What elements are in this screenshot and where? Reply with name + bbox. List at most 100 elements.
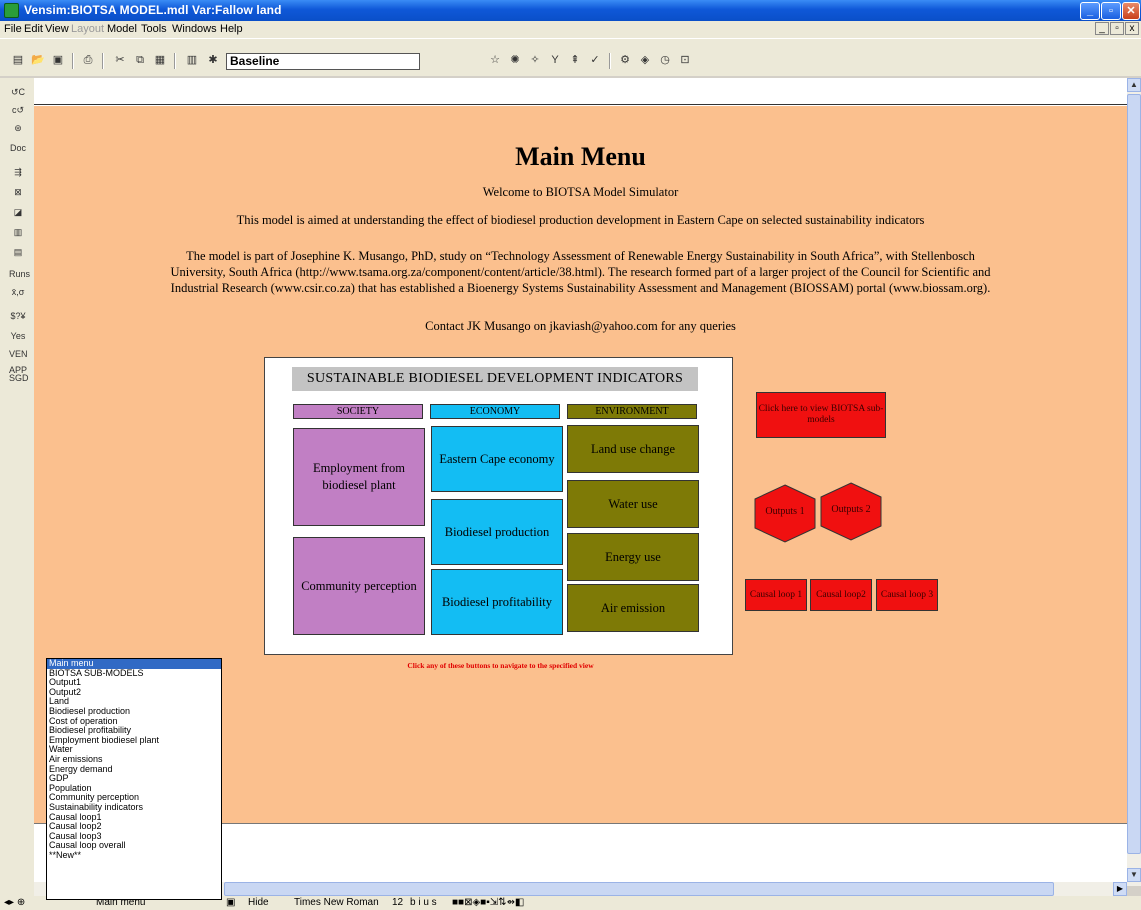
horizontal-scroll-thumb[interactable] xyxy=(224,882,1054,896)
loops-icon[interactable]: ⊛ xyxy=(9,120,27,136)
sgd-icon[interactable]: SGD xyxy=(9,370,29,386)
menu-edit[interactable]: Edit xyxy=(24,23,43,35)
outputs2-label: Outputs 2 xyxy=(831,504,871,515)
community-perception-button[interactable]: Community perception xyxy=(293,537,425,635)
venapp-icon[interactable]: VEN APP xyxy=(9,346,28,375)
open-model-icon[interactable]: 📂 xyxy=(30,53,46,68)
outputs1-button[interactable]: Outputs 1 xyxy=(754,484,816,543)
copy-icon[interactable]: ⧉ xyxy=(132,53,148,68)
eastern-cape-economy-button[interactable]: Eastern Cape economy xyxy=(431,426,563,492)
category-environment: ENVIRONMENT xyxy=(567,404,697,419)
scroll-down-icon[interactable]: ▼ xyxy=(1127,868,1141,882)
causal-loop2-button[interactable]: Causal loop2 xyxy=(810,579,872,611)
causes-tree-icon[interactable]: ↺C xyxy=(9,84,27,100)
part-text-line1: The model is part of Josephine K. Musang… xyxy=(186,249,975,263)
navigation-note: Click any of these buttons to navigate t… xyxy=(407,661,594,670)
maximize-button[interactable]: ▫ xyxy=(1101,2,1121,20)
causal-loop3-button[interactable]: Causal loop 3 xyxy=(876,579,938,611)
menu-windows[interactable]: Windows xyxy=(172,23,217,35)
optimize-icon[interactable]: ✧ xyxy=(527,53,543,68)
stats-graph-icon[interactable]: ▥ xyxy=(9,224,27,240)
air-emission-button[interactable]: Air emission xyxy=(567,584,699,632)
timer-icon[interactable]: ◷ xyxy=(657,53,673,68)
new-model-icon[interactable]: ▤ xyxy=(10,53,26,68)
menu-help[interactable]: Help xyxy=(220,23,243,35)
bar-graph-icon[interactable]: ◪ xyxy=(9,204,27,220)
table-icon[interactable]: ▤ xyxy=(9,244,27,260)
menu-file[interactable]: File xyxy=(4,23,22,35)
cut-icon[interactable]: ✂ xyxy=(112,53,128,68)
mdi-controls: _ ▫ x xyxy=(1094,22,1139,35)
view-nav-arrows-icon[interactable]: ◂▸ ⊕ xyxy=(4,896,25,910)
biodiesel-profitability-button[interactable]: Biodiesel profitability xyxy=(431,569,563,635)
vertical-scroll-thumb[interactable] xyxy=(1127,94,1141,854)
close-button[interactable]: ✕ xyxy=(1122,2,1140,20)
font-name-selector[interactable]: Times New Roman xyxy=(294,896,379,910)
view-item-output2[interactable]: Output2 xyxy=(47,687,221,698)
save-icon[interactable]: ▣ xyxy=(50,53,66,68)
energy-use-button[interactable]: Energy use xyxy=(567,533,699,581)
causes-strip-icon[interactable]: ⇶ xyxy=(9,164,27,180)
units-check-tool-icon[interactable]: $?¥ xyxy=(9,308,27,324)
menu-view[interactable]: View xyxy=(45,23,69,35)
view-list-dropdown[interactable]: Main menu BIOTSA SUB-MODELS Output1 Outp… xyxy=(46,658,222,900)
format-tools-icon[interactable]: ■■⊠◈■▪⇲⇅⇴◧ xyxy=(452,896,524,910)
indicators-panel: SUSTAINABLE BIODIESEL DEVELOPMENT INDICA… xyxy=(264,357,733,655)
water-use-button[interactable]: Water use xyxy=(567,480,699,528)
contact-text: Contact JK Musango on jkaviash@yahoo.com… xyxy=(425,319,736,333)
menu-tools[interactable]: Tools xyxy=(141,23,167,35)
output-window-icon[interactable]: ◈ xyxy=(637,53,653,68)
title-bar: Vensim:BIOTSA MODEL.mdl Var:Fallow land … xyxy=(0,0,1141,21)
menu-model[interactable]: Model xyxy=(107,23,137,35)
canvas-top-area xyxy=(34,78,1127,105)
biodiesel-production-button[interactable]: Biodiesel production xyxy=(431,499,563,565)
font-size-selector[interactable]: 12 xyxy=(392,896,403,910)
vensim-window: Vensim:BIOTSA MODEL.mdl Var:Fallow land … xyxy=(0,0,1141,910)
employment-button[interactable]: Employment from biodiesel plant xyxy=(293,428,425,526)
uses-tree-icon[interactable]: c↺ xyxy=(9,102,27,118)
set-up-simulation-icon[interactable]: ▥ xyxy=(184,53,200,68)
mdi-restore-icon[interactable]: ▫ xyxy=(1110,22,1124,35)
hide-toggle[interactable]: Hide xyxy=(248,896,269,910)
part-text-line3: Industrial Research (www.csir.co.za) tha… xyxy=(170,281,991,295)
welcome-text: Welcome to BIOTSA Model Simulator xyxy=(482,185,679,199)
minimize-button[interactable]: _ xyxy=(1080,2,1100,20)
document-icon[interactable]: Doc xyxy=(9,140,27,156)
menu-bar: File Edit View Layout Model Tools Window… xyxy=(0,21,1141,38)
scroll-right-icon[interactable]: ▶ xyxy=(1113,882,1127,896)
runs-compare-icon[interactable]: Runs xyxy=(9,266,30,282)
vertical-scrollbar[interactable]: ▲ ▼ xyxy=(1127,78,1141,886)
menu-layout[interactable]: Layout xyxy=(71,23,104,35)
sensitivity-icon[interactable]: ✺ xyxy=(507,53,523,68)
causal-loop1-button[interactable]: Causal loop 1 xyxy=(745,579,807,611)
view-item-employment[interactable]: Employment biodiesel plant xyxy=(47,735,221,746)
font-style-buttons[interactable]: b i u s xyxy=(410,896,437,910)
category-economy: ECONOMY xyxy=(430,404,560,419)
graph-icon[interactable]: ⊠ xyxy=(9,184,27,200)
run-name-field[interactable]: Baseline xyxy=(226,53,420,70)
view-submodels-button[interactable]: Click here to view BIOTSA sub-models xyxy=(756,392,886,438)
view-item-new[interactable]: **New** xyxy=(47,850,221,861)
toolbar: ▤ 📂 ▣ ⎙ ✂ ⧉ ▦ ▥ ✱ Baseline ☆ ✺ ✧ Y ⇞ ✓ ⚙… xyxy=(0,38,1141,76)
control-panel-icon[interactable]: ⚙ xyxy=(617,53,633,68)
mdi-close-icon[interactable]: x xyxy=(1125,22,1139,35)
run-game-icon[interactable]: ☆ xyxy=(487,53,503,68)
run-simulation-icon[interactable]: ✱ xyxy=(205,53,221,68)
vensim-app-icon xyxy=(4,3,19,18)
scroll-up-icon[interactable]: ▲ xyxy=(1127,78,1141,92)
view-item-energy-demand[interactable]: Energy demand xyxy=(47,764,221,775)
page-title: Main Menu xyxy=(515,142,646,171)
land-use-change-button[interactable]: Land use change xyxy=(567,425,699,473)
statistics-icon[interactable]: x̄,σ xyxy=(9,284,27,300)
category-society: SOCIETY xyxy=(293,404,423,419)
automatic-simulation-icon[interactable]: ✓ xyxy=(587,53,603,68)
mdi-minimize-icon[interactable]: _ xyxy=(1095,22,1109,35)
reality-check-tool-icon[interactable]: Yes xyxy=(9,328,27,344)
units-check-icon[interactable]: ⊡ xyxy=(677,53,693,68)
synthsim-icon[interactable]: ⇞ xyxy=(567,53,583,68)
lock-sketch-icon[interactable]: ▣ xyxy=(226,896,235,910)
print-icon[interactable]: ⎙ xyxy=(80,53,96,68)
reality-check-icon[interactable]: Y xyxy=(547,53,563,68)
paste-icon[interactable]: ▦ xyxy=(152,53,168,68)
outputs2-button[interactable]: Outputs 2 xyxy=(820,482,882,541)
